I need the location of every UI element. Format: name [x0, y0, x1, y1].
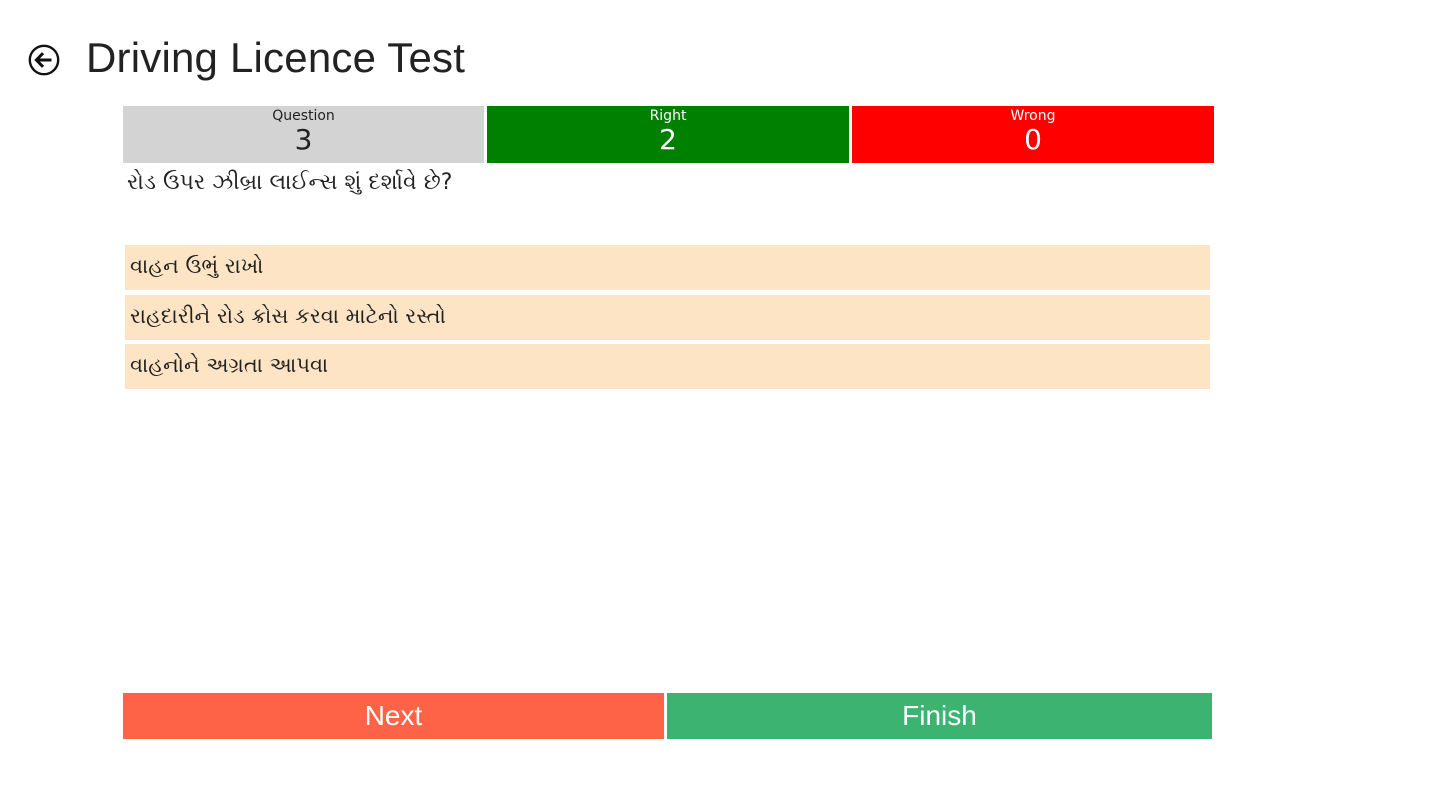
question-counter-value: 3: [294, 123, 313, 156]
next-button[interactable]: Next: [123, 693, 664, 739]
page-title: Driving Licence Test: [86, 34, 466, 81]
wrong-counter-label: Wrong: [1010, 108, 1056, 124]
back-arrow-circle-icon: [28, 44, 60, 76]
right-counter: Right 2: [487, 106, 849, 163]
answer-options: વાહન ઉભું રાખો રાહદારીને રોડ ક્રોસ કરવા …: [125, 245, 1210, 394]
wrong-counter: Wrong 0: [852, 106, 1214, 163]
answer-option-3[interactable]: વાહનોને અગ્રતા આપવા: [125, 344, 1210, 389]
question-text: રોડ ઉપર ઝીબ્રા લાઈન્સ શું દર્શાવે છે?: [127, 170, 453, 195]
question-counter: Question 3: [123, 106, 484, 163]
app-window: Driving Licence Test Question 3 Right 2 …: [0, 0, 1440, 810]
finish-button[interactable]: Finish: [667, 693, 1212, 739]
right-counter-label: Right: [649, 108, 687, 124]
back-button[interactable]: [28, 44, 60, 76]
right-counter-value: 2: [659, 123, 677, 156]
wrong-counter-value: 0: [1024, 123, 1042, 156]
answer-option-1[interactable]: વાહન ઉભું રાખો: [125, 245, 1210, 290]
question-counter-label: Question: [272, 108, 335, 124]
score-panel: Question 3 Right 2 Wrong 0: [123, 106, 1214, 163]
answer-option-2[interactable]: રાહદારીને રોડ ક્રોસ કરવા માટેનો રસ્તો: [125, 294, 1210, 340]
